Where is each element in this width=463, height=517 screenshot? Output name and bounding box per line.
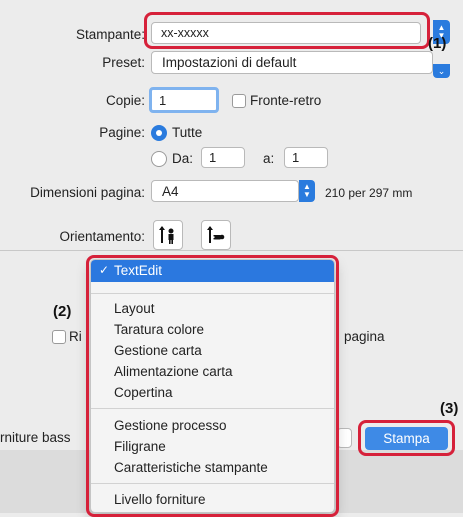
section-divider [0,250,463,251]
paper-size-value: A4 [162,183,179,199]
paper-size-arrows-icon[interactable]: ▲ ▼ [299,180,315,202]
hidden-checkbox-label: Ri [69,329,82,344]
callout-1: (1) [428,35,447,52]
callout-2: (2) [53,303,72,320]
preset-dropdown-arrows-icon[interactable]: ⌄ [433,64,450,78]
hidden-bottom-field [337,428,352,448]
duplex-checkbox[interactable] [232,94,246,108]
orientation-landscape-button[interactable] [201,220,231,250]
copies-value: 1 [159,92,167,108]
copies-label: Copie: [105,93,145,108]
pages-from-label: Da: [172,151,194,166]
pages-to-label: a: [263,151,275,166]
pages-all-label: Tutte [172,125,203,140]
highlight-menu [86,255,339,517]
preset-value: Impostazioni di default [162,55,297,70]
paper-size-select[interactable]: A4 [151,180,299,202]
hidden-bottom-left-label: rniture bass [0,430,71,445]
pages-to-value: 1 [292,150,300,165]
landscape-person-icon [207,226,225,243]
copies-input[interactable]: 1 [149,87,219,113]
paper-size-dimensions: 210 per 297 mm [325,186,413,200]
pages-label: Pagine: [99,125,145,140]
duplex-label: Fronte-retro [250,93,322,108]
hidden-right-label: pagina [344,329,385,344]
print-button[interactable]: Stampa [365,427,448,450]
portrait-person-icon [159,226,174,244]
callout-3: (3) [440,400,459,417]
orientation-label: Orientamento: [59,229,145,244]
hidden-checkbox[interactable] [52,330,66,344]
highlight-printer [144,12,430,49]
orientation-portrait-button[interactable] [153,220,183,250]
paper-size-label: Dimensioni pagina: [30,185,145,200]
pages-from-value: 1 [209,150,217,165]
pages-to-input[interactable]: 1 [284,147,328,168]
pages-range-radio[interactable] [151,151,167,167]
preset-label: Preset: [102,55,145,70]
pages-all-radio[interactable] [151,125,167,141]
preset-select[interactable]: Impostazioni di default [151,51,433,74]
printer-label: Stampante: [75,27,145,42]
pages-from-input[interactable]: 1 [201,147,245,168]
